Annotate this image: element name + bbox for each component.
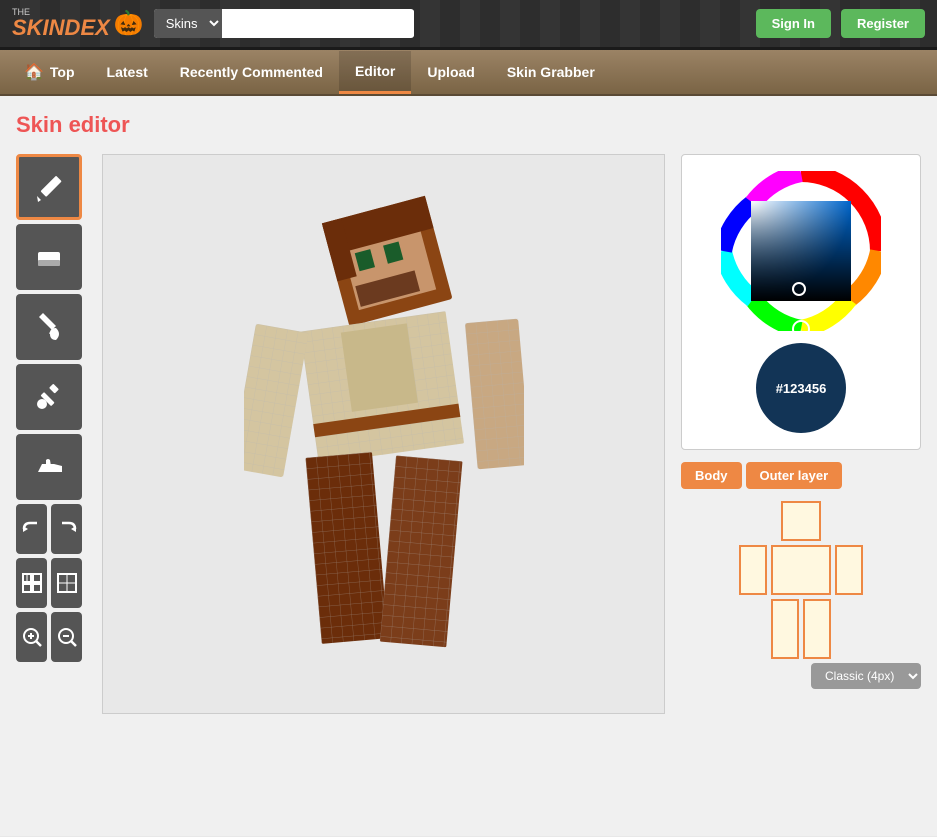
zoom-in-button[interactable]	[16, 612, 47, 662]
color-wheel-svg[interactable]	[721, 171, 881, 331]
nav-label-upload: Upload	[427, 64, 474, 80]
eyedropper-icon	[34, 382, 64, 412]
eraser-tool-button[interactable]	[16, 224, 82, 290]
nav-item-recently-commented[interactable]: Recently Commented	[164, 52, 339, 92]
signin-button[interactable]: Sign In	[756, 9, 831, 38]
nav-label-latest: Latest	[107, 64, 148, 80]
skin-part-left-arm[interactable]	[739, 545, 767, 595]
color-hex-value: #123456	[776, 381, 827, 396]
redo-icon	[56, 518, 78, 540]
skin-part-head[interactable]	[781, 501, 821, 541]
skin-part-left-leg[interactable]	[771, 599, 799, 659]
pencil-icon	[34, 172, 64, 202]
register-button[interactable]: Register	[841, 9, 925, 38]
eyedropper-tool-button[interactable]	[16, 364, 82, 430]
skin-part-right-arm[interactable]	[835, 545, 863, 595]
grid-on-icon	[21, 572, 43, 594]
undo-icon	[21, 518, 43, 540]
nav-item-top[interactable]: 🏠 Top	[8, 50, 91, 94]
editor-area: #123456 Body Outer layer	[16, 154, 921, 714]
main-content: Skin editor	[0, 96, 937, 836]
move-icon	[34, 452, 64, 482]
move-tool-button[interactable]	[16, 434, 82, 500]
nav-label-top: Top	[50, 64, 75, 80]
pencil-tool-button[interactable]	[16, 154, 82, 220]
color-picker-panel: #123456	[681, 154, 921, 450]
skin-map-head-row	[781, 501, 821, 541]
skin-canvas[interactable]	[102, 154, 665, 714]
navigation: 🏠 Top Latest Recently Commented Editor U…	[0, 50, 937, 96]
home-icon: 🏠	[24, 62, 44, 82]
zoom-out-button[interactable]	[51, 612, 82, 662]
skin-map-legs-row	[771, 599, 831, 659]
grid-on-button[interactable]	[16, 558, 47, 608]
nav-item-editor[interactable]: Editor	[339, 51, 411, 94]
fill-tool-button[interactable]	[16, 294, 82, 360]
right-panel: #123456 Body Outer layer	[681, 154, 921, 714]
nav-label-editor: Editor	[355, 63, 395, 79]
skin-map: Classic (4px)	[681, 501, 921, 689]
logo: THE SKINDEX 🎃	[12, 8, 144, 39]
outer-layer-tab[interactable]: Outer layer	[746, 462, 843, 489]
logo-pumpkin-icon: 🎃	[114, 9, 144, 38]
redo-button[interactable]	[51, 504, 82, 554]
nav-item-upload[interactable]: Upload	[411, 52, 490, 92]
eraser-icon	[34, 242, 64, 272]
color-wheel[interactable]	[721, 171, 881, 331]
nav-label-skin-grabber: Skin Grabber	[507, 64, 595, 80]
body-layer-tab[interactable]: Body	[681, 462, 742, 489]
zoom-in-icon	[21, 626, 43, 648]
zoom-out-icon	[56, 626, 78, 648]
skin-part-body[interactable]	[771, 545, 831, 595]
skin-map-body-row	[739, 545, 863, 595]
color-hex-display[interactable]: #123456	[756, 343, 846, 433]
minecraft-skin-preview	[244, 194, 524, 674]
zoom-row	[16, 612, 86, 662]
page-title: Skin editor	[16, 112, 921, 138]
skin-part-right-leg[interactable]	[803, 599, 831, 659]
grid-off-icon	[56, 572, 78, 594]
fill-icon	[34, 312, 64, 342]
logo-skindex: SKINDEX	[12, 15, 110, 40]
undo-button[interactable]	[16, 504, 47, 554]
layer-tabs: Body Outer layer	[681, 462, 921, 489]
undo-redo-row	[16, 504, 86, 554]
grid-row	[16, 558, 86, 608]
header: THE SKINDEX 🎃 Skins 🔍 Sign In Register	[0, 0, 937, 50]
search-category-dropdown[interactable]: Skins	[154, 9, 222, 38]
nav-item-latest[interactable]: Latest	[91, 52, 164, 92]
tools-panel	[16, 154, 86, 714]
classic-dropdown[interactable]: Classic (4px)	[811, 663, 921, 689]
search-input[interactable]	[222, 10, 414, 37]
search-bar: Skins 🔍	[154, 9, 414, 38]
nav-label-recently-commented: Recently Commented	[180, 64, 323, 80]
grid-off-button[interactable]	[51, 558, 82, 608]
nav-item-skin-grabber[interactable]: Skin Grabber	[491, 52, 611, 92]
